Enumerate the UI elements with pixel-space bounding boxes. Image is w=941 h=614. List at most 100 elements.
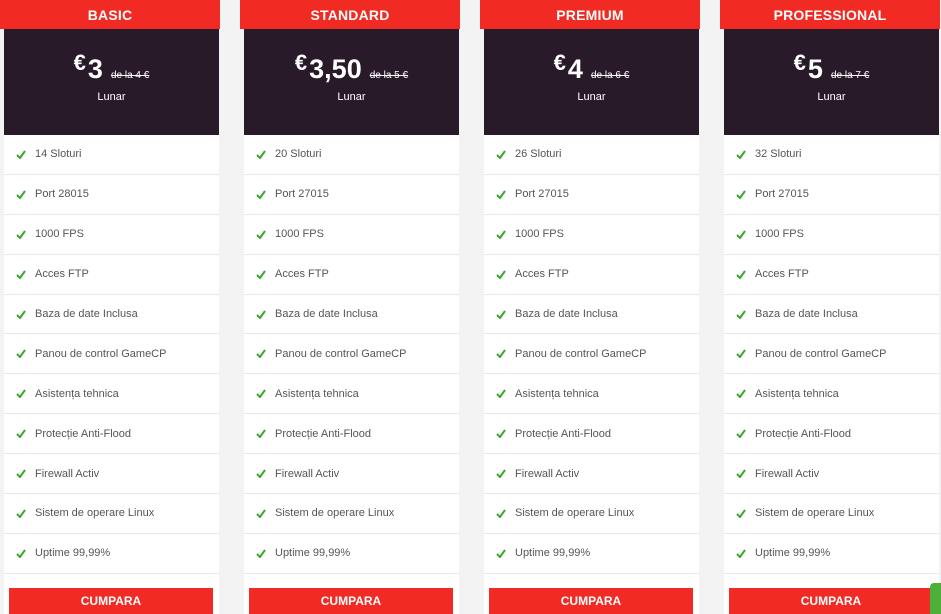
buy-button[interactable]: CUMPARA	[249, 588, 453, 614]
price-block: € 5 de la 7 € Lunar	[724, 29, 939, 135]
feature-item: Protecție Anti-Flood	[484, 414, 699, 455]
check-icon	[16, 389, 26, 399]
check-icon	[496, 270, 506, 279]
feature-item: Asistența tehnica	[244, 374, 459, 415]
feature-item: 1000 FPS	[724, 215, 939, 255]
old-price: de la 7 €	[830, 70, 870, 81]
feature-item: Sistem de operare Linux	[484, 494, 699, 534]
check-icon	[256, 509, 266, 518]
feature-item: Baza de date Inclusa	[724, 295, 939, 335]
feature-item: Uptime 99,99%	[484, 534, 699, 574]
feature-item: 26 Sloturi	[484, 135, 699, 175]
check-icon	[496, 429, 506, 439]
feature-item: Panou de control GameCP	[4, 334, 219, 375]
feature-item: Firewall Activ	[244, 454, 459, 495]
check-icon	[496, 549, 506, 558]
feature-item: Baza de date Inclusa	[4, 295, 219, 335]
buy-button[interactable]: CUMPARA	[489, 588, 693, 614]
plan-card-professional: PROFESSIONAL € 5 de la 7 € Lunar 32 Slot…	[720, 0, 940, 614]
feature-item: 32 Sloturi	[724, 135, 939, 175]
currency-symbol: €	[553, 50, 566, 75]
feature-item: Acces FTP	[244, 255, 459, 295]
buy-button[interactable]: CUMPARA	[729, 588, 933, 614]
check-icon	[16, 549, 26, 558]
feature-item: Protecție Anti-Flood	[724, 414, 939, 455]
billing-period: Lunar	[97, 91, 126, 103]
feature-item: Baza de date Inclusa	[484, 295, 699, 335]
feature-item: Panou de control GameCP	[484, 334, 699, 375]
pricing-table: BASIC € 3 de la 4 € Lunar 14 Sloturi Por…	[0, 0, 941, 614]
billing-period: Lunar	[577, 91, 606, 103]
check-icon	[16, 150, 26, 159]
feature-item: Firewall Activ	[724, 454, 939, 495]
feature-item: Port 27015	[244, 175, 459, 215]
check-icon	[496, 469, 506, 479]
check-icon	[736, 469, 746, 479]
plan-name: PREMIUM	[480, 0, 700, 29]
check-icon	[736, 150, 746, 159]
feature-item: 1000 FPS	[244, 215, 459, 255]
price-amount: 3	[87, 54, 103, 84]
currency-symbol: €	[73, 50, 86, 75]
feature-item: Asistența tehnica	[4, 374, 219, 415]
check-icon	[496, 190, 506, 199]
feature-item: Sistem de operare Linux	[4, 494, 219, 534]
feature-item: Asistența tehnica	[724, 374, 939, 415]
feature-list: 26 Sloturi Port 27015 1000 FPS Acces FTP…	[484, 135, 699, 574]
check-icon	[16, 270, 26, 279]
feature-item: Port 27015	[484, 175, 699, 215]
currency-symbol: €	[793, 50, 806, 75]
feature-item: Baza de date Inclusa	[244, 295, 459, 335]
feature-list: 32 Sloturi Port 27015 1000 FPS Acces FTP…	[724, 135, 939, 574]
feature-item: Port 27015	[724, 175, 939, 215]
feature-item: Firewall Activ	[4, 454, 219, 495]
feature-list: 20 Sloturi Port 27015 1000 FPS Acces FTP…	[244, 135, 459, 574]
plan-name: STANDARD	[240, 0, 460, 29]
scroll-to-top-tab[interactable]	[930, 583, 941, 614]
check-icon	[16, 190, 26, 199]
feature-item: Port 28015	[4, 175, 219, 215]
check-icon	[256, 389, 266, 399]
price-amount: 4	[567, 54, 583, 84]
check-icon	[256, 270, 266, 279]
check-icon	[16, 429, 26, 439]
check-icon	[496, 389, 506, 399]
check-icon	[736, 270, 746, 279]
billing-period: Lunar	[817, 91, 846, 103]
feature-item: Acces FTP	[4, 255, 219, 295]
check-icon	[496, 150, 506, 159]
check-icon	[256, 150, 266, 159]
check-icon	[736, 230, 746, 239]
price-block: € 4 de la 6 € Lunar	[484, 29, 699, 135]
check-icon	[256, 469, 266, 479]
feature-item: Panou de control GameCP	[724, 334, 939, 375]
check-icon	[496, 509, 506, 518]
old-price: de la 4 €	[110, 70, 150, 81]
check-icon	[256, 309, 266, 319]
check-icon	[256, 190, 266, 199]
feature-item: Asistența tehnica	[484, 374, 699, 415]
feature-item: Panou de control GameCP	[244, 334, 459, 375]
check-icon	[16, 309, 26, 319]
feature-item: Sistem de operare Linux	[244, 494, 459, 534]
plan-name: PROFESSIONAL	[720, 0, 940, 29]
check-icon	[496, 309, 506, 319]
price-block: € 3 de la 4 € Lunar	[4, 29, 219, 135]
check-icon	[736, 349, 746, 359]
feature-list: 14 Sloturi Port 28015 1000 FPS Acces FTP…	[4, 135, 219, 574]
feature-item: Uptime 99,99%	[244, 534, 459, 574]
check-icon	[256, 429, 266, 439]
feature-item: 1000 FPS	[484, 215, 699, 255]
feature-item: Acces FTP	[484, 255, 699, 295]
plan-card-standard: STANDARD € 3,50 de la 5 € Lunar 20 Slotu…	[240, 0, 460, 614]
check-icon	[256, 230, 266, 239]
plan-name: BASIC	[0, 0, 220, 29]
check-icon	[16, 509, 26, 518]
check-icon	[736, 190, 746, 199]
check-icon	[736, 429, 746, 439]
buy-button[interactable]: CUMPARA	[9, 588, 213, 614]
feature-item: Protecție Anti-Flood	[4, 414, 219, 455]
check-icon	[256, 349, 266, 359]
price-amount: 3,50	[309, 54, 362, 84]
plan-card-premium: PREMIUM € 4 de la 6 € Lunar 26 Sloturi P…	[480, 0, 700, 614]
